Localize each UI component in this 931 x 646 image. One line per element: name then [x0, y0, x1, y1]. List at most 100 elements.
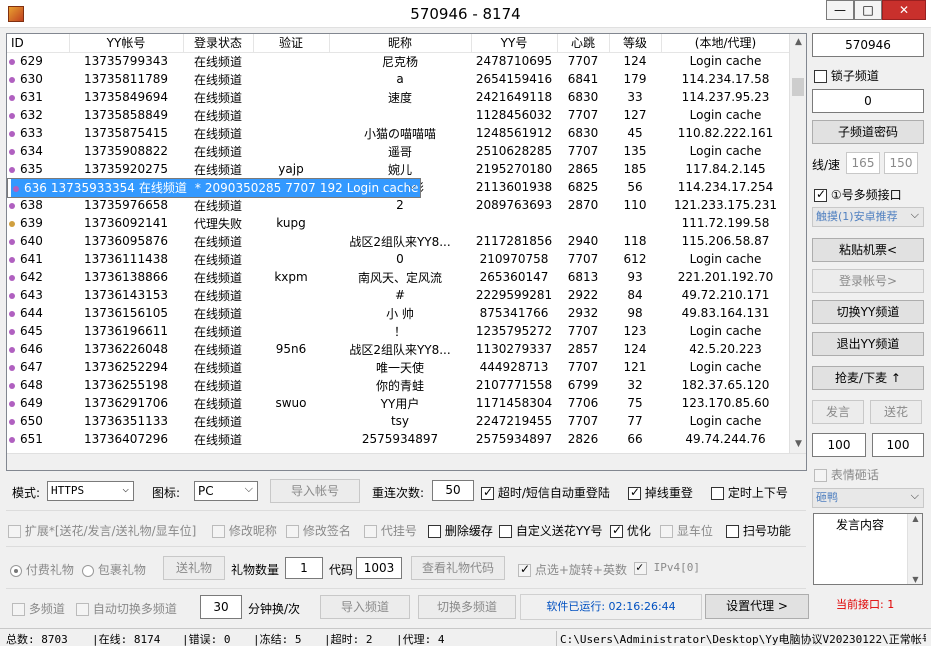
send-gift-button[interactable]: 送礼物: [163, 556, 225, 580]
custom-flower-checkbox[interactable]: 自定义送花YY号: [499, 522, 603, 539]
col-id[interactable]: ID: [7, 34, 70, 53]
table-horizontal-scrollbar[interactable]: [7, 453, 806, 470]
timed-mic-check[interactable]: [711, 487, 724, 500]
table-row[interactable]: 635 13735920275 在线频道 yajp 婉儿 2195270180 2865 18…: [7, 160, 790, 178]
gift-code-field[interactable]: 1003: [356, 557, 402, 579]
modify-sign-checkbox[interactable]: 修改签名: [286, 522, 351, 539]
multi-channel-checkbox[interactable]: 多频道: [12, 600, 65, 617]
minimize-button[interactable]: —: [826, 0, 854, 20]
table-row[interactable]: 646 13736226048 在线频道 95n6 战区2组队来YY8... 113027…: [7, 340, 790, 358]
col-proxy[interactable]: (本地/代理): [661, 34, 791, 53]
scan-code-checkbox[interactable]: 扫号功能: [726, 522, 791, 539]
emoji-talk-checkbox[interactable]: 表情砸话: [814, 466, 879, 483]
grab-mic-button[interactable]: 抢麦/下麦 ↑: [812, 366, 924, 390]
line-field[interactable]: 165: [846, 152, 880, 174]
ext-options-check[interactable]: [8, 525, 21, 538]
sub-channel-field[interactable]: 0: [812, 89, 924, 113]
table-row[interactable]: 643 13736143153 在线频道 #2229599281 2922 84 49.72…: [7, 286, 790, 304]
proxy-hang-check[interactable]: [364, 525, 377, 538]
modify-nick-checkbox[interactable]: 修改昵称: [212, 522, 277, 539]
multi-port-checkbox[interactable]: ①号多频接口: [814, 186, 902, 203]
auto-switch-check[interactable]: [76, 603, 89, 616]
table-row[interactable]: 644 13736156105 在线频道 小 帅 875341766 2932 98 49.8…: [7, 304, 790, 322]
scan-code-check[interactable]: [726, 525, 739, 538]
pack-gift-radio[interactable]: 包裹礼物: [82, 561, 146, 578]
textarea-scrollbar[interactable]: ▲ ▼: [907, 514, 922, 584]
mode-select[interactable]: HTTPS: [47, 480, 134, 501]
table-row[interactable]: 630 13735811789 在线频道 a 2654159416 6841 179 114.…: [7, 70, 790, 88]
optimize-check[interactable]: [610, 523, 623, 538]
gift-count-field[interactable]: 1: [285, 557, 323, 579]
login-account-button[interactable]: 登录帐号>: [812, 269, 924, 293]
table-row[interactable]: 629 13735799343 在线频道 尼克杨 2478710695 7707 124 Lo…: [7, 52, 790, 70]
col-yy-account[interactable]: YY帐号: [69, 34, 184, 53]
scroll-up-arrow-icon[interactable]: ▲: [790, 34, 806, 51]
col-level[interactable]: 等级: [609, 34, 662, 53]
paid-gift-radio[interactable]: 付费礼物: [10, 561, 74, 578]
device-select[interactable]: 触摸(1)安卓推荐: [812, 206, 924, 227]
retry-count-field[interactable]: 50: [432, 480, 474, 501]
import-account-button[interactable]: 导入帐号: [270, 479, 360, 503]
paste-ticket-button[interactable]: 粘贴机票<: [812, 238, 924, 262]
table-row[interactable]: 634 13735908822 在线频道 遥哥 2510628285 7707 135 Log…: [7, 142, 790, 160]
value-b-field[interactable]: 100: [872, 433, 924, 457]
scroll-down-arrow-icon[interactable]: ▼: [790, 436, 806, 453]
table-row[interactable]: 638 13735976658 在线频道 2 2089763693 2870 110 121.…: [7, 196, 790, 214]
close-button[interactable]: ✕: [882, 0, 926, 20]
value-a-field[interactable]: 100: [812, 433, 866, 457]
table-row[interactable]: 639 13736092141 代理失败 kupg 111.72.199.58: [7, 214, 790, 232]
table-row[interactable]: 649 13736291706 在线频道 swuo YY用户 1171458304 7706…: [7, 394, 790, 412]
click-rotate-checkbox[interactable]: 点选+旋转+英数: [518, 561, 627, 578]
textarea-scroll-up-icon[interactable]: ▲: [908, 514, 923, 523]
switch-multi-channel-button[interactable]: 切换多频道: [418, 595, 516, 619]
paid-gift-radio-dot[interactable]: [10, 564, 22, 577]
table-row[interactable]: 631 13735849694 在线频道 速度 2421649118 6830 33 114.…: [7, 88, 790, 106]
table-row[interactable]: 636 13735933354 在线频道 * 2090350285 7707 192 Logi…: [7, 177, 422, 198]
scroll-thumb[interactable]: [792, 78, 804, 96]
timeout-relogin-checkbox[interactable]: 超时/短信自动重登陆: [481, 484, 610, 501]
table-row[interactable]: 632 13735858849 在线频道 1128456032 7707 127 Login…: [7, 106, 790, 124]
speak-button[interactable]: 发言: [812, 400, 864, 424]
speak-content-textarea[interactable]: 发言内容 ▲ ▼: [813, 513, 923, 585]
pack-gift-radio-dot[interactable]: [82, 564, 94, 577]
channel-id-field[interactable]: 570946: [812, 33, 924, 57]
maximize-button[interactable]: □: [854, 0, 882, 20]
delete-cache-checkbox[interactable]: 删除缓存: [428, 522, 493, 539]
table-row[interactable]: 641 13736111438 在线频道 0 210970758 7707 612 Login…: [7, 250, 790, 268]
speed-field[interactable]: 150: [884, 152, 918, 174]
table-vertical-scrollbar[interactable]: ▲ ▼: [789, 34, 806, 470]
interval-field[interactable]: 30: [200, 595, 242, 619]
import-channel-button[interactable]: 导入频道: [320, 595, 410, 619]
col-heartbeat[interactable]: 心跳: [557, 34, 610, 53]
col-login-status[interactable]: 登录状态: [183, 34, 254, 53]
icon-select[interactable]: PC: [194, 480, 258, 501]
textarea-scroll-down-icon[interactable]: ▼: [908, 575, 923, 584]
table-row[interactable]: 650 13736351133 在线频道 tsy 2247219455 7707 77 Log…: [7, 412, 790, 430]
table-row[interactable]: 648 13736255198 在线频道 你的青蛙 2107771558 6799 32 18…: [7, 376, 790, 394]
account-table[interactable]: ID YY帐号 登录状态 验证 昵称 YY号 心跳 等级 (本地/代理) 629…: [6, 33, 807, 471]
drop-relogin-check[interactable]: [628, 485, 641, 500]
ipv4-check[interactable]: [634, 560, 647, 575]
show-seat-checkbox[interactable]: 显车位: [660, 522, 713, 539]
custom-flower-check[interactable]: [499, 525, 512, 538]
click-rotate-check[interactable]: [518, 562, 531, 577]
emoji-select[interactable]: 砸鸭: [812, 487, 924, 508]
table-row[interactable]: 647 13736252294 在线频道 唯一天使 444928713 7707 121 Lo…: [7, 358, 790, 376]
show-seat-check[interactable]: [660, 525, 673, 538]
lock-channel-check[interactable]: [814, 70, 827, 83]
drop-relogin-checkbox[interactable]: 掉线重登: [628, 484, 693, 501]
ext-options-checkbox[interactable]: 扩展*[送花/发言/送礼物/显车位]: [8, 522, 196, 539]
col-verify[interactable]: 验证: [253, 34, 330, 53]
exit-yy-channel-button[interactable]: 退出YY频道: [812, 332, 924, 356]
switch-yy-channel-button[interactable]: 切换YY频道: [812, 300, 924, 324]
col-yy-number[interactable]: YY号: [471, 34, 558, 53]
sub-channel-password-button[interactable]: 子频道密码: [812, 120, 924, 144]
set-proxy-button[interactable]: 设置代理 >: [705, 594, 809, 619]
view-gift-code-button[interactable]: 查看礼物代码: [411, 556, 505, 580]
table-row[interactable]: 651 13736407296 在线频道 2575934897 2575934897 28…: [7, 430, 790, 448]
delete-cache-check[interactable]: [428, 525, 441, 538]
table-row[interactable]: 642 13736138866 在线频道 kxpm 南风天、定风流 265360147 68…: [7, 268, 790, 286]
optimize-checkbox[interactable]: 优化: [610, 522, 651, 539]
auto-switch-checkbox[interactable]: 自动切换多频道: [76, 600, 177, 617]
timeout-relogin-check[interactable]: [481, 485, 494, 500]
